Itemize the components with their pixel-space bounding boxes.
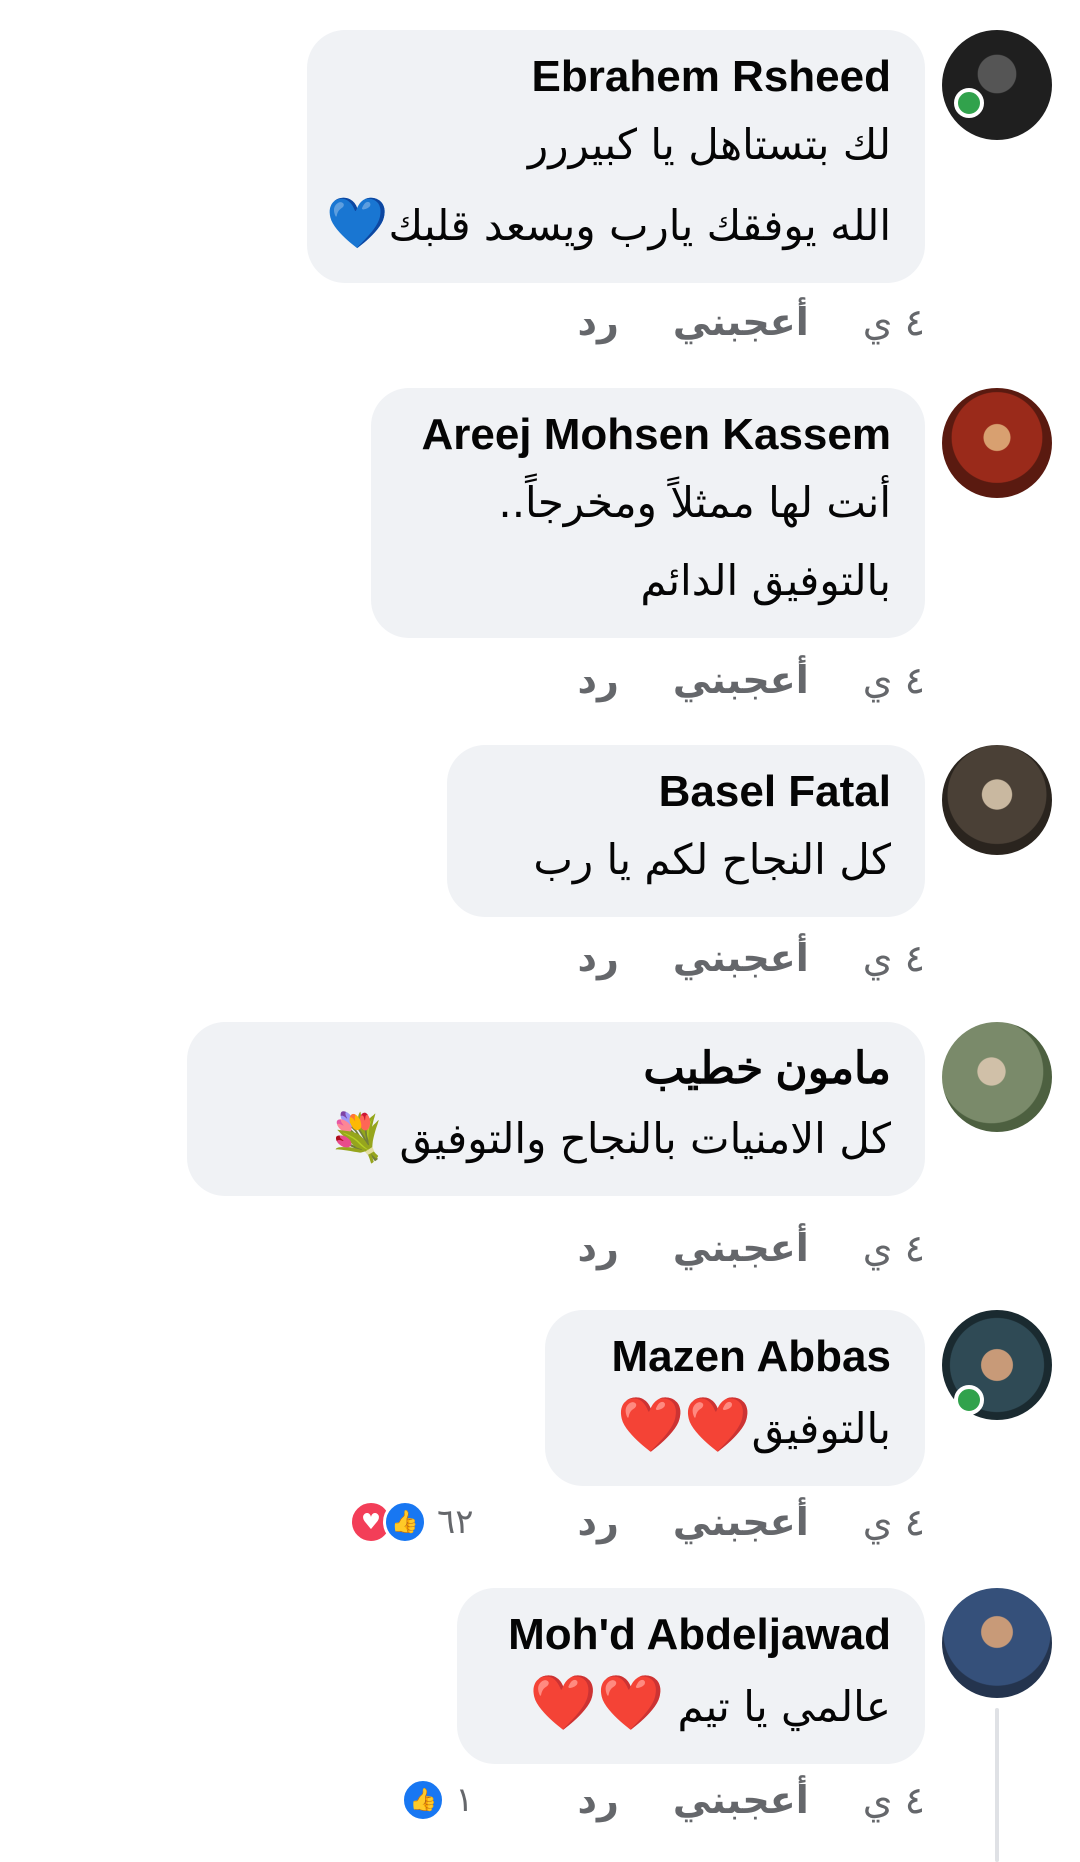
avatar[interactable] <box>942 388 1052 498</box>
red-hearts-emoji: ❤️❤️ <box>529 1671 671 1734</box>
avatar[interactable] <box>942 30 1052 140</box>
reply-button[interactable]: رد <box>578 300 619 344</box>
comment-time[interactable]: ٤ ي <box>863 1226 925 1270</box>
comment-actions: ٤ ي أعجبني رد <box>528 1218 925 1278</box>
comment-text: عالمي يا تيم ❤️❤️ <box>529 1671 891 1734</box>
comment-bubble[interactable]: Areej Mohsen Kassem أنت لها ممثلاً ومخرج… <box>371 388 925 638</box>
comment-time[interactable]: ٤ ي <box>863 1778 925 1822</box>
avatar[interactable] <box>942 1022 1052 1132</box>
online-status-dot <box>954 88 984 118</box>
comment-time[interactable]: ٤ ي <box>863 1500 925 1544</box>
online-status-dot <box>954 1385 984 1415</box>
comment-bubble[interactable]: Ebrahem Rsheed لك بتستاهل يا كبيررر الله… <box>307 30 925 283</box>
comment-bubble[interactable]: Moh'd Abdeljawad عالمي يا تيم ❤️❤️ <box>457 1588 925 1764</box>
comment-bubble[interactable]: Basel Fatal كل النجاح لكم يا رب <box>447 745 925 917</box>
reactions-summary[interactable]: 👍 ١ <box>401 1778 474 1822</box>
reactions-summary[interactable]: ♥ 👍 ٦٢ <box>348 1500 474 1544</box>
commenter-name[interactable]: Moh'd Abdeljawad <box>491 1606 891 1664</box>
comment-bubble[interactable]: Mazen Abbas بالتوفيق❤️❤️ <box>545 1310 925 1486</box>
bouquet-emoji: 💐 <box>328 1110 387 1164</box>
reaction-count: ١ <box>455 1780 474 1820</box>
reply-button[interactable]: رد <box>578 1226 619 1270</box>
comment-actions: ٤ ي أعجبني رد <box>528 928 925 988</box>
comment-text: كل الامنيات بالنجاح والتوفيق 💐 <box>328 1110 891 1164</box>
commenter-name[interactable]: Basel Fatal <box>481 763 891 821</box>
like-reaction-icon: 👍 <box>382 1500 427 1544</box>
like-button[interactable]: أعجبني <box>673 1778 809 1822</box>
reply-button[interactable]: رد <box>578 1778 619 1822</box>
like-button[interactable]: أعجبني <box>673 936 809 980</box>
comment-actions: ٤ ي أعجبني رد ♥ 👍 ٦٢ <box>348 1492 925 1552</box>
comment-actions: ٤ ي أعجبني رد 👍 ١ <box>401 1770 925 1830</box>
commenter-name[interactable]: Mazen Abbas <box>579 1328 891 1386</box>
comment-bubble[interactable]: مامون خطيب كل الامنيات بالنجاح والتوفيق … <box>187 1022 925 1196</box>
comment-actions: ٤ ي أعجبني رد <box>528 650 925 710</box>
reply-button[interactable]: رد <box>578 936 619 980</box>
comment-time[interactable]: ٤ ي <box>863 300 925 344</box>
commenter-name[interactable]: مامون خطيب <box>221 1040 891 1098</box>
blue-heart-emoji: 💙 <box>326 194 389 252</box>
comment-actions: ٤ ي أعجبني رد <box>528 292 925 352</box>
comment-text: بالتوفيق❤️❤️ <box>617 1393 891 1456</box>
comment-text: الله يوفقك يارب ويسعد قلبك💙 <box>326 194 891 252</box>
reaction-count: ٦٢ <box>436 1502 474 1542</box>
red-hearts-emoji: ❤️❤️ <box>617 1393 758 1456</box>
comment-time[interactable]: ٤ ي <box>863 658 925 702</box>
thread-connector-line <box>995 1708 999 1862</box>
comment-text: لك بتستاهل يا كبيررر <box>527 120 891 169</box>
comment-text: بالتوفيق الدائم <box>640 556 891 605</box>
reply-button[interactable]: رد <box>578 1500 619 1544</box>
commenter-name[interactable]: Areej Mohsen Kassem <box>405 406 891 464</box>
avatar[interactable] <box>942 745 1052 855</box>
avatar[interactable] <box>942 1588 1052 1698</box>
like-button[interactable]: أعجبني <box>673 658 809 702</box>
commenter-name[interactable]: Ebrahem Rsheed <box>341 48 891 106</box>
comment-text: كل النجاح لكم يا رب <box>533 835 891 884</box>
like-button[interactable]: أعجبني <box>673 300 809 344</box>
reply-button[interactable]: رد <box>578 658 619 702</box>
like-reaction-icon: 👍 <box>401 1778 446 1822</box>
like-button[interactable]: أعجبني <box>673 1500 809 1544</box>
comment-time[interactable]: ٤ ي <box>863 936 925 980</box>
comment-text: أنت لها ممثلاً ومخرجاً.. <box>498 478 891 527</box>
like-button[interactable]: أعجبني <box>673 1226 809 1270</box>
